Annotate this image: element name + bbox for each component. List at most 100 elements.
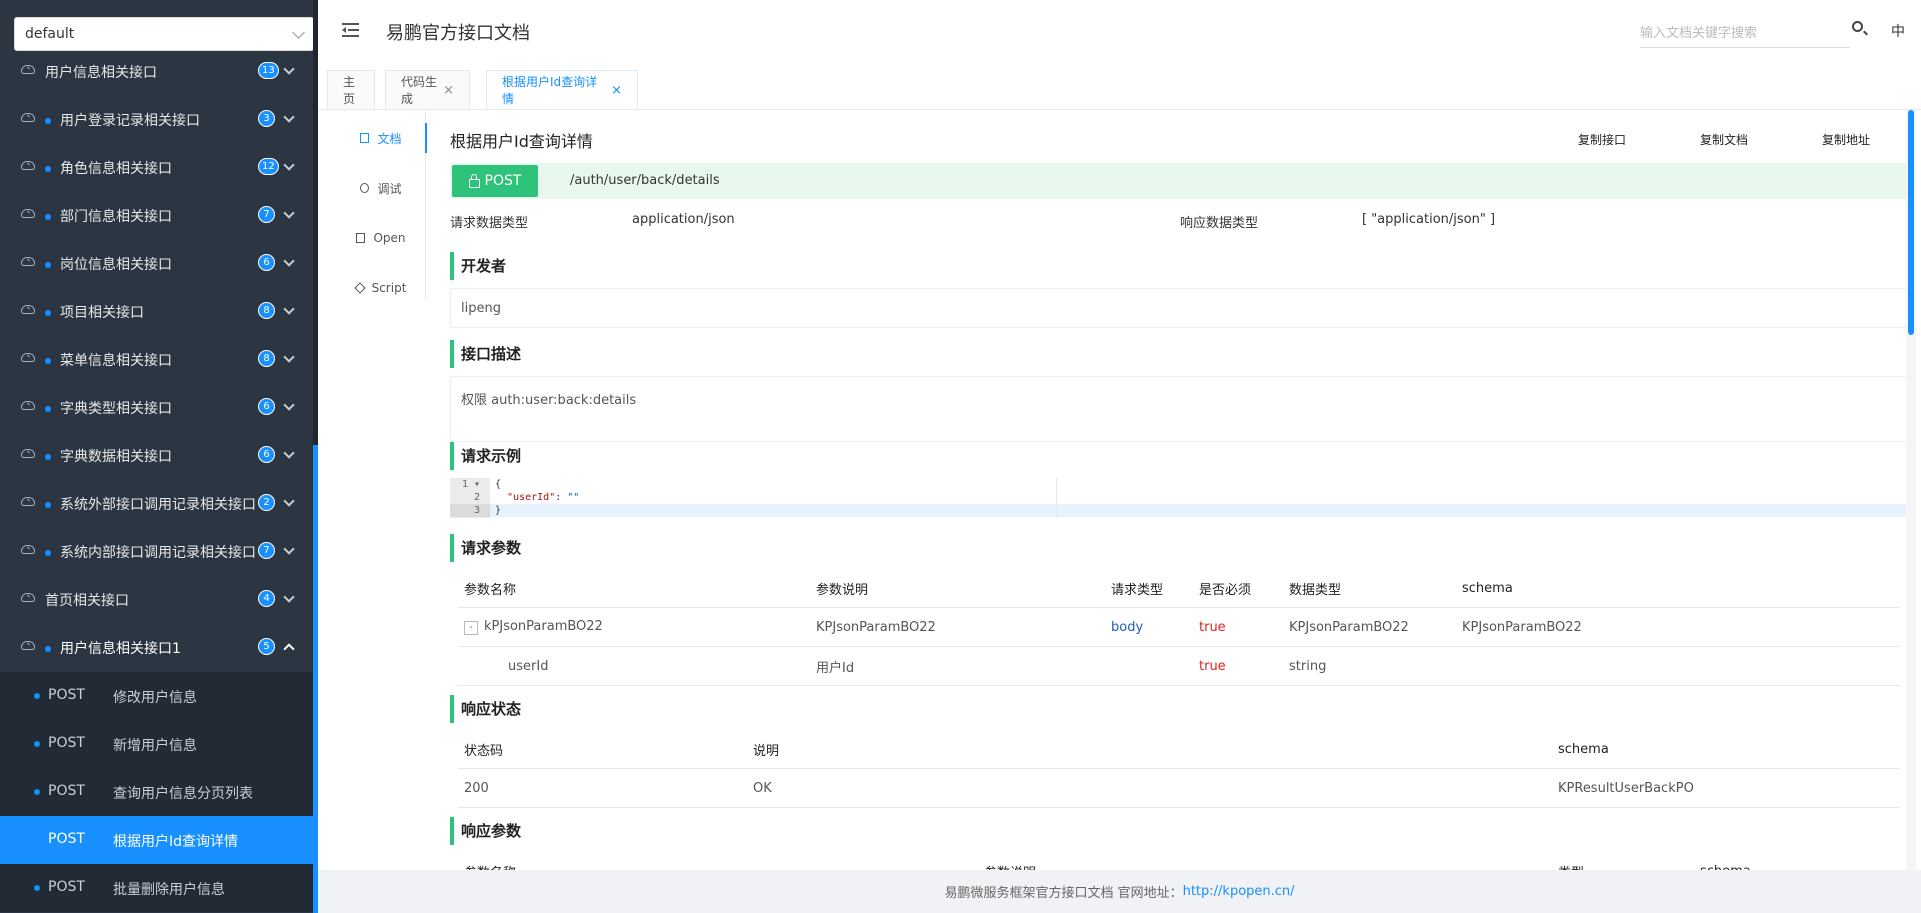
developer-name: lipeng (461, 301, 501, 316)
endpoint-method: POST (48, 831, 85, 847)
api-endpoint-item[interactable]: POST 根据用户Id查询详情 (0, 816, 313, 864)
copy-api-button[interactable]: 复制接口 (1578, 131, 1626, 148)
search-placeholder: 输入文档关键字搜索 (1640, 25, 1758, 41)
sidebar-group-item[interactable]: 系统外部接口调用记录相关接口 2 (0, 480, 313, 528)
api-endpoint-item[interactable]: POST 批量删除用户信息 (0, 864, 313, 912)
tab-label: 主页 (343, 75, 356, 106)
table-cell: KPJsonParamBO22 (1283, 607, 1456, 647)
count-badge: 6 (258, 254, 275, 271)
sidebar-group-item[interactable]: 用户信息相关接口1 5 (0, 624, 313, 672)
count-badge: 8 (258, 350, 275, 367)
script-icon (353, 282, 366, 294)
sidebar-group-label: 用户信息相关接口 (45, 65, 157, 81)
line-number: 2 (473, 492, 480, 503)
active-line-highlight (490, 504, 1908, 517)
sidebar-group-item[interactable]: 部门信息相关接口 7 (0, 192, 313, 240)
table-row: 200 OK KPResultUserBackPO (458, 768, 1900, 808)
search-input[interactable]: 输入文档关键字搜索 (1640, 15, 1850, 48)
count-badge: 13 (258, 62, 279, 79)
cloud-icon (21, 161, 35, 170)
code-lines: { "userId": "" } (495, 478, 579, 517)
copy-doc-button[interactable]: 复制文档 (1700, 131, 1748, 148)
menu-fold-icon[interactable] (342, 23, 359, 37)
api-endpoint-item[interactable]: POST 查询用户信息分页列表 (0, 768, 313, 816)
sidebar-group-item[interactable]: 字典数据相关接口 6 (0, 432, 313, 480)
response-status-table: 状态码 说明 schema 200 OK KPResultUserBackPO (458, 731, 1900, 808)
description-text: 权限 auth:user:back:details (461, 393, 637, 408)
table-cell: OK (747, 768, 1552, 808)
sidebar-group-label: 部门信息相关接口 (60, 209, 172, 225)
sidebar-group-item[interactable]: 系统内部接口调用记录相关接口 7 (0, 528, 313, 576)
endpoint-label: 查询用户信息分页列表 (113, 786, 253, 802)
sidebar-group-item[interactable]: 用户信息相关接口 13 (0, 48, 313, 96)
chevron-down-icon (283, 351, 295, 363)
table-cell: - kPJsonParamBO22 (458, 607, 810, 647)
chevron-down-icon (283, 447, 295, 459)
chevron-down-icon (292, 26, 305, 39)
resp-type-label: 响应数据类型 (1180, 216, 1259, 231)
sidebar-group-item[interactable]: 岗位信息相关接口 6 (0, 240, 313, 288)
request-example-editor[interactable]: 1 ▾ 2 3 { "userId": "" } (450, 478, 1908, 518)
status-dot (45, 454, 51, 460)
sidebar-group-item[interactable]: 用户登录记录相关接口 3 (0, 96, 313, 144)
language-switch[interactable]: 中 (1891, 21, 1905, 41)
resp-type-value: [ "application/json" ] (1362, 212, 1496, 227)
sidebar-submenu: POST 修改用户信息 POST 新增用户信息 POST 查询用户信息分页列表 POST 根据… (0, 672, 313, 912)
count-badge: 7 (258, 542, 275, 559)
sidebar-group-item[interactable]: 菜单信息相关接口 8 (0, 336, 313, 384)
footer: 易鹏微服务框架官方接口文档 官网地址： http://kpopen.cn/ (318, 870, 1921, 913)
tabs-bar: 主页 代码生成 × 根据用户Id查询详情 × (318, 61, 1921, 110)
method-bar: POST /auth/user/back/details (450, 163, 1908, 199)
column-header: schema (1694, 853, 1900, 870)
sidebar-group-item[interactable]: 角色信息相关接口 12 (0, 144, 313, 192)
status-dot (45, 358, 51, 364)
table-cell: 用户Id (810, 646, 1105, 686)
api-doc-content: 根据用户Id查询详情 复制接口 复制文档 复制地址 POST /auth/use… (450, 110, 1908, 870)
chevron-down-icon (283, 495, 295, 507)
side-tab-debug[interactable]: 调试 (337, 173, 425, 203)
side-tab-open[interactable]: Open (337, 223, 425, 253)
api-endpoint-item[interactable]: POST 修改用户信息 (0, 672, 313, 720)
section-resp-params-title: 响应参数 (450, 817, 521, 845)
api-title: 根据用户Id查询详情 (450, 132, 593, 151)
code-line: } (495, 505, 502, 516)
endpoint-label: 批量删除用户信息 (113, 882, 225, 898)
column-header: 请求类型 (1105, 570, 1193, 608)
status-dot (45, 310, 51, 316)
tab-api-details[interactable]: 根据用户Id查询详情 × (486, 70, 638, 109)
count-badge: 4 (258, 590, 275, 607)
endpoint-method: POST (48, 687, 85, 703)
copy-url-button[interactable]: 复制地址 (1822, 131, 1870, 148)
content-scrollbar[interactable] (1908, 110, 1914, 335)
group-select[interactable]: default (14, 17, 314, 51)
tab-codegen[interactable]: 代码生成 × (385, 70, 470, 109)
sidebar-group-item[interactable]: 项目相关接口 8 (0, 288, 313, 336)
footer-link[interactable]: http://kpopen.cn/ (1183, 884, 1295, 899)
tab-home[interactable]: 主页 (327, 70, 375, 109)
close-icon[interactable]: × (611, 83, 622, 98)
table-header-row: 参数名称 参数说明 请求类型 是否必须 数据类型 schema (458, 570, 1900, 608)
column-header: 数据类型 (1283, 570, 1456, 608)
side-tab-doc[interactable]: 文档 (337, 123, 427, 153)
line-number: 3 (450, 504, 490, 517)
chevron-down-icon (283, 207, 295, 219)
line-number: 1 ▾ (461, 479, 480, 490)
count-badge: 2 (258, 494, 275, 511)
column-header: 状态码 (458, 731, 747, 769)
api-endpoint-item[interactable]: POST 新增用户信息 (0, 720, 313, 768)
cloud-icon (21, 257, 35, 266)
sidebar-scrollbar[interactable] (313, 445, 318, 913)
cloud-icon (21, 449, 35, 458)
search-icon[interactable] (1852, 21, 1863, 32)
bug-icon (360, 183, 370, 193)
collapse-icon[interactable]: - (464, 621, 478, 635)
side-tab-script[interactable]: Script (337, 273, 425, 303)
table-cell: KPJsonParamBO22 (1456, 607, 1900, 647)
sidebar-group-item[interactable]: 字典类型相关接口 6 (0, 384, 313, 432)
sidebar-group-item[interactable]: 首页相关接口 4 (0, 576, 313, 624)
json-value: "" (567, 492, 580, 503)
cloud-icon (21, 641, 35, 650)
chevron-down-icon (283, 303, 295, 315)
close-icon[interactable]: × (443, 83, 454, 98)
chevron-down-icon (283, 543, 295, 555)
